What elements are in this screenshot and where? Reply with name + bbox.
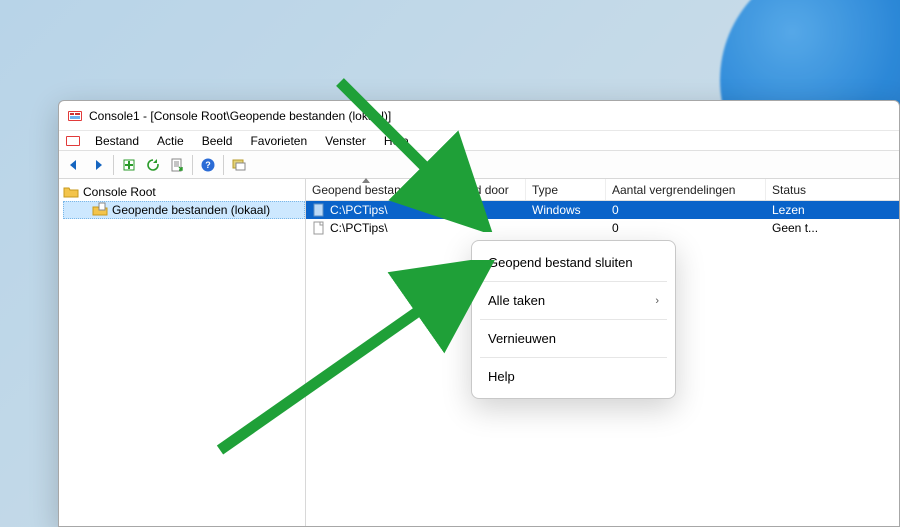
- cell-user: PC Tips: [432, 203, 474, 217]
- window-title: Console1 - [Console Root\Geopende bestan…: [89, 109, 391, 123]
- forward-button[interactable]: [87, 154, 109, 176]
- ctx-help[interactable]: Help: [472, 361, 675, 392]
- tree-item-label: Geopende bestanden (lokaal): [112, 203, 270, 217]
- column-header-label: Aantal vergrendelingen: [612, 183, 735, 197]
- column-header-type[interactable]: Type: [526, 179, 606, 200]
- ctx-close-open-file[interactable]: Geopend bestand sluiten: [472, 247, 675, 278]
- new-window-button[interactable]: [228, 154, 250, 176]
- cell-path: C:\PCTips\: [330, 221, 388, 235]
- context-menu: Geopend bestand sluiten Alle taken › Ver…: [471, 240, 676, 399]
- system-menu-icon[interactable]: [65, 133, 81, 149]
- menu-help[interactable]: Help: [376, 133, 417, 149]
- toolbar-separator: [223, 155, 224, 175]
- column-header-geopend-door[interactable]: Geopend door: [426, 179, 526, 200]
- cell-status: Lezen: [772, 203, 805, 217]
- ctx-all-tasks[interactable]: Alle taken ›: [472, 285, 675, 316]
- ctx-item-label: Alle taken: [488, 293, 545, 308]
- column-header-label: Status: [772, 183, 806, 197]
- table-row[interactable]: C:\PCTips\ 0 Geen t...: [306, 219, 899, 237]
- tree-item-open-files[interactable]: Geopende bestanden (lokaal): [63, 201, 305, 219]
- back-button[interactable]: [63, 154, 85, 176]
- svg-text:?: ?: [205, 160, 211, 170]
- column-header-label: Geopend bestand: [312, 183, 407, 197]
- titlebar[interactable]: Console1 - [Console Root\Geopende bestan…: [59, 101, 899, 131]
- refresh-button[interactable]: [142, 154, 164, 176]
- toolbar: ?: [59, 151, 899, 179]
- cell-type: Windows: [532, 203, 581, 217]
- column-header-aantal-vergrendelingen[interactable]: Aantal vergrendelingen: [606, 179, 766, 200]
- ctx-item-label: Geopend bestand sluiten: [488, 255, 633, 270]
- toolbar-separator: [192, 155, 193, 175]
- chevron-right-icon: ›: [655, 295, 659, 307]
- add-favorite-button[interactable]: [118, 154, 140, 176]
- column-header-status[interactable]: Status: [766, 179, 899, 200]
- folder-icon: [63, 184, 79, 200]
- column-header-label: Type: [532, 183, 558, 197]
- ctx-refresh[interactable]: Vernieuwen: [472, 323, 675, 354]
- table-row[interactable]: C:\PCTips\ PC Tips Windows 0 Lezen: [306, 201, 899, 219]
- file-icon: [312, 221, 326, 235]
- cell-status: Geen t...: [772, 221, 818, 235]
- toolbar-separator: [113, 155, 114, 175]
- help-button[interactable]: ?: [197, 154, 219, 176]
- export-list-button[interactable]: [166, 154, 188, 176]
- column-header-geopend-bestand[interactable]: Geopend bestand: [306, 179, 426, 200]
- menu-favorieten[interactable]: Favorieten: [242, 133, 315, 149]
- tree-item-label: Console Root: [83, 185, 156, 199]
- app-icon: [67, 108, 83, 124]
- open-files-icon: [92, 202, 108, 218]
- tree-pane[interactable]: Console Root Geopende bestanden (lokaal): [59, 179, 306, 526]
- cell-locks: 0: [612, 221, 619, 235]
- menu-actie[interactable]: Actie: [149, 133, 192, 149]
- list-header: Geopend bestand Geopend door Type Aantal…: [306, 179, 899, 201]
- ctx-separator: [480, 281, 667, 282]
- sort-ascending-icon: [362, 178, 370, 183]
- cell-locks: 0: [612, 203, 619, 217]
- tree-item-console-root[interactable]: Console Root: [59, 183, 305, 201]
- ctx-item-label: Vernieuwen: [488, 331, 556, 346]
- menu-venster[interactable]: Venster: [317, 133, 374, 149]
- file-icon: [312, 203, 326, 217]
- ctx-separator: [480, 319, 667, 320]
- ctx-separator: [480, 357, 667, 358]
- ctx-item-label: Help: [488, 369, 515, 384]
- cell-path: C:\PCTips\: [330, 203, 388, 217]
- menu-beeld[interactable]: Beeld: [194, 133, 241, 149]
- column-header-label: Geopend door: [432, 183, 509, 197]
- menu-bestand[interactable]: Bestand: [87, 133, 147, 149]
- menubar: Bestand Actie Beeld Favorieten Venster H…: [59, 131, 899, 151]
